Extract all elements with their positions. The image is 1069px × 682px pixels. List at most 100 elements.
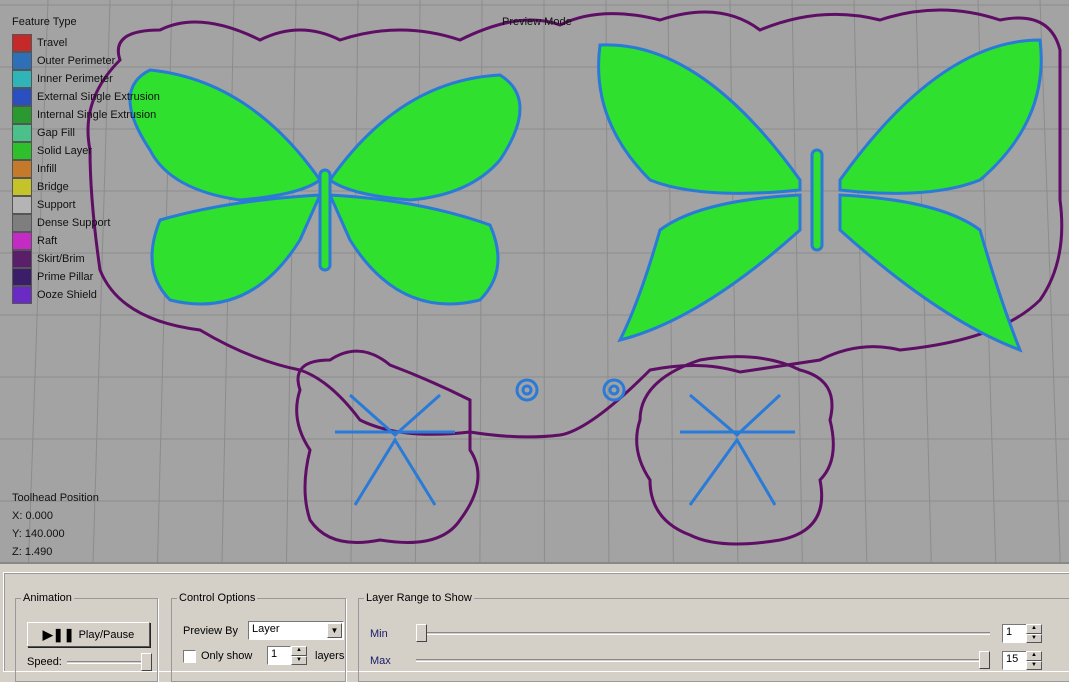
spin-up-icon[interactable]: ▲ xyxy=(1026,651,1042,661)
3d-preview-viewport[interactable]: Feature Type Travel Outer Perimeter Inner … xyxy=(0,0,1069,562)
legend-label: Gap Fill xyxy=(37,127,75,139)
legend-swatch xyxy=(12,178,32,196)
play-pause-button[interactable]: ▶❚❚ Play/Pause xyxy=(27,622,150,647)
legend-swatch xyxy=(12,286,32,304)
spin-up-icon[interactable]: ▲ xyxy=(291,646,307,656)
min-label: Min xyxy=(370,628,388,640)
legend-item: Support xyxy=(12,196,160,214)
legend-item: Travel xyxy=(12,34,160,52)
spin-up-icon[interactable]: ▲ xyxy=(1026,624,1042,634)
spiders-and-spirals xyxy=(335,380,795,505)
legend-label: Ooze Shield xyxy=(37,289,97,301)
max-label: Max xyxy=(370,655,391,667)
legend-item: Infill xyxy=(12,160,160,178)
only-show-checkbox[interactable] xyxy=(183,650,196,663)
only-show-layers-input[interactable]: 1 xyxy=(267,646,291,665)
legend-label: Internal Single Extrusion xyxy=(37,109,156,121)
only-show-spinner[interactable]: ▲▼ xyxy=(291,646,307,665)
legend-label: Outer Perimeter xyxy=(37,55,115,67)
legend-item: Gap Fill xyxy=(12,124,160,142)
preview-mode-label: Preview Mode xyxy=(502,16,572,28)
legend-label: Inner Perimeter xyxy=(37,73,113,85)
legend-label: Infill xyxy=(37,163,57,175)
play-pause-label: Play/Pause xyxy=(79,629,135,641)
legend-item: Dense Support xyxy=(12,214,160,232)
max-layer-value: 15 xyxy=(1006,653,1018,665)
preview-by-label: Preview By xyxy=(183,625,238,637)
legend-label: Solid Layer xyxy=(37,145,92,157)
legend-label: Dense Support xyxy=(37,217,110,229)
min-layer-slider[interactable] xyxy=(416,632,990,635)
legend-item: Skirt/Brim xyxy=(12,250,160,268)
legend-label: Travel xyxy=(37,37,67,49)
layers-label: layers xyxy=(315,650,344,662)
legend-title: Feature Type xyxy=(12,16,77,28)
spin-down-icon[interactable]: ▼ xyxy=(291,656,307,666)
legend-label: Raft xyxy=(37,235,57,247)
legend-item: Outer Perimeter xyxy=(12,52,160,70)
only-show-layers-value: 1 xyxy=(271,648,277,660)
speed-label: Speed: xyxy=(27,656,62,668)
legend-swatch xyxy=(12,214,32,232)
legend-swatch xyxy=(12,268,32,286)
animation-title: Animation xyxy=(21,592,74,604)
legend-swatch xyxy=(12,52,32,70)
legend-item: Raft xyxy=(12,232,160,250)
legend-swatch xyxy=(12,124,32,142)
layer-range-title: Layer Range to Show xyxy=(364,592,474,604)
legend-item: Internal Single Extrusion xyxy=(12,106,160,124)
grid-line xyxy=(854,0,867,562)
speed-slider-thumb[interactable] xyxy=(141,653,152,671)
feature-type-legend: Travel Outer Perimeter Inner Perimeter Exte… xyxy=(12,34,160,304)
toolhead-z: Z: 1.490 xyxy=(12,543,99,561)
legend-item: External Single Extrusion xyxy=(12,88,160,106)
animation-group: Animation ▶❚❚ Play/Pause Speed: xyxy=(15,592,158,682)
layer-range-group: Layer Range to Show Min 1 ▲▼ Max 15 ▲▼ xyxy=(358,592,1069,682)
legend-item: Solid Layer xyxy=(12,142,160,160)
butterfly-left xyxy=(130,70,520,304)
grid-line xyxy=(351,0,358,562)
legend-item: Inner Perimeter xyxy=(12,70,160,88)
legend-item: Bridge xyxy=(12,178,160,196)
min-layer-spinner[interactable]: ▲▼ xyxy=(1026,624,1042,643)
toolhead-position: Toolhead Position X: 0.000 Y: 140.000 Z:… xyxy=(12,489,99,561)
skirt-outline-spiders xyxy=(297,351,834,544)
legend-label: Bridge xyxy=(37,181,69,193)
legend-swatch xyxy=(12,232,32,250)
legend-swatch xyxy=(12,196,32,214)
legend-item: Prime Pillar xyxy=(12,268,160,286)
butterfly-right xyxy=(599,40,1042,350)
preview-controls-panel: Animation ▶❚❚ Play/Pause Speed: Control … xyxy=(0,562,1069,662)
play-pause-icon: ▶❚❚ xyxy=(43,627,75,643)
toolhead-y: Y: 140.000 xyxy=(12,525,99,543)
legend-swatch xyxy=(12,142,32,160)
print-preview-canvas xyxy=(0,0,1069,562)
speed-slider[interactable] xyxy=(67,661,152,664)
toolhead-title: Toolhead Position xyxy=(12,489,99,507)
chevron-down-icon[interactable]: ▼ xyxy=(327,623,342,638)
legend-swatch xyxy=(12,250,32,268)
min-layer-slider-thumb[interactable] xyxy=(416,624,427,642)
control-options-title: Control Options xyxy=(177,592,257,604)
spin-down-icon[interactable]: ▼ xyxy=(1026,634,1042,644)
legend-swatch xyxy=(12,160,32,178)
max-layer-slider-thumb[interactable] xyxy=(979,651,990,669)
legend-label: External Single Extrusion xyxy=(37,91,160,103)
grid-line xyxy=(286,0,296,562)
legend-item: Ooze Shield xyxy=(12,286,160,304)
grid-line xyxy=(792,0,802,562)
min-layer-value: 1 xyxy=(1006,626,1012,638)
toolhead-x: X: 0.000 xyxy=(12,507,99,525)
legend-swatch xyxy=(12,88,32,106)
control-options-group: Control Options Preview By Layer ▼ Only … xyxy=(171,592,346,682)
legend-swatch xyxy=(12,70,32,88)
preview-by-value: Layer xyxy=(252,623,280,635)
legend-label: Skirt/Brim xyxy=(37,253,85,265)
legend-swatch xyxy=(12,34,32,52)
preview-by-select[interactable]: Layer ▼ xyxy=(248,621,344,640)
legend-label: Support xyxy=(37,199,76,211)
max-layer-spinner[interactable]: ▲▼ xyxy=(1026,651,1042,670)
legend-label: Prime Pillar xyxy=(37,271,93,283)
only-show-label: Only show xyxy=(201,650,252,662)
legend-swatch xyxy=(12,106,32,124)
